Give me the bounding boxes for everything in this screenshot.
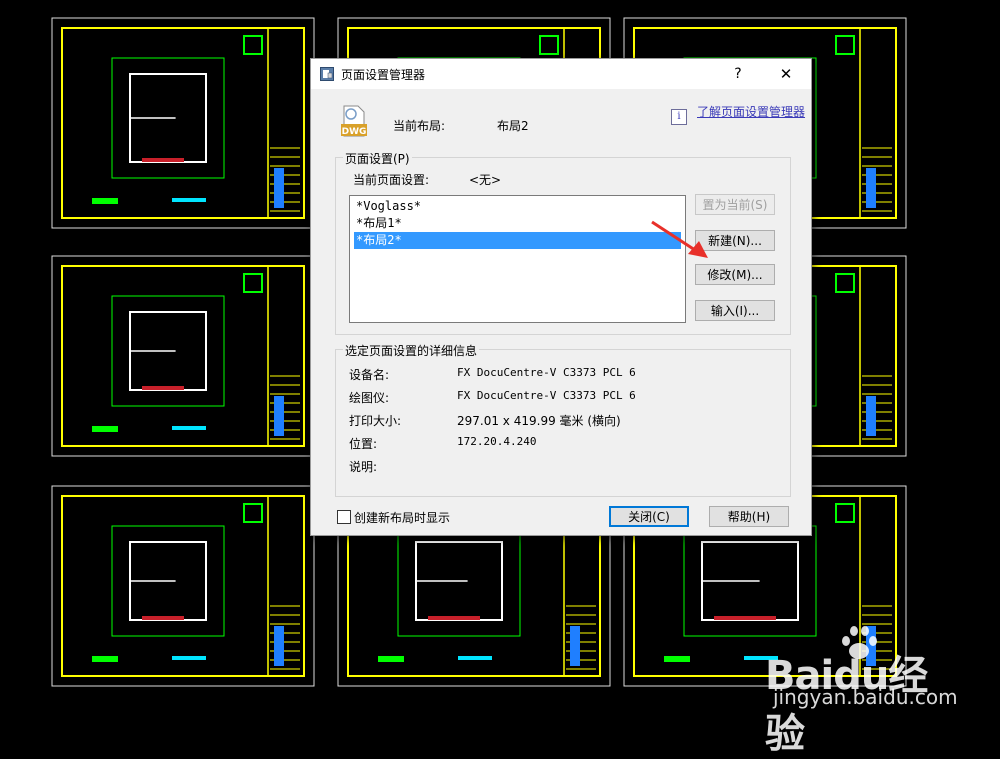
scale-bar (92, 656, 118, 662)
show-on-new-layout-label: 创建新布局时显示 (354, 511, 451, 525)
autocad-app-icon (320, 67, 334, 81)
page-setup-manager-dialog: 页面设置管理器 ? ✕ DWG 当前布局: 布局2 i 了解页面设置管理器 页面… (310, 58, 812, 536)
scale-bar (92, 198, 118, 204)
legend-bar (172, 426, 206, 430)
title-block-mark (274, 626, 284, 666)
location-label: 位置: (349, 437, 378, 451)
current-layout-value: 布局2 (497, 119, 529, 133)
current-page-setup-value: <无> (469, 173, 502, 187)
details-group-title: 选定页面设置的详细信息 (343, 342, 480, 359)
watermark-url: jingyan.baidu.com (773, 685, 958, 709)
scale-bar (664, 656, 690, 662)
title-block-mark (570, 626, 580, 666)
wall-segment (428, 616, 480, 620)
device-name-label: 设备名: (349, 368, 390, 382)
location-value: 172.20.4.240 (457, 435, 537, 448)
legend-bar (458, 656, 492, 660)
title-block-mark (866, 168, 876, 208)
legend-bar (172, 656, 206, 660)
print-size-label: 打印大小: (349, 414, 402, 428)
baidu-watermark: Baidu经验 jingyan.baidu.com (765, 625, 958, 757)
wall-segment (142, 158, 184, 162)
info-icon: i (671, 109, 687, 125)
page-setup-group-title: 页面设置(P) (343, 150, 412, 167)
dialog-title: 页面设置管理器 (341, 68, 426, 82)
import-button[interactable]: 输入(I)... (695, 300, 775, 321)
list-item[interactable]: *Voglass* (354, 198, 681, 215)
print-size-value: 297.01 x 419.99 毫米 (横向) (457, 414, 621, 428)
wall-segment (714, 616, 776, 620)
learn-page-setup-link[interactable]: 了解页面设置管理器 (697, 105, 807, 119)
title-help-button[interactable]: ? (715, 59, 761, 89)
dwg-file-icon: DWG (341, 105, 367, 137)
set-current-button[interactable]: 置为当前(S) (695, 194, 775, 215)
wall-segment (142, 386, 184, 390)
title-block-mark (274, 168, 284, 208)
close-button[interactable]: 关闭(C) (609, 506, 689, 527)
scale-bar (92, 426, 118, 432)
new-button[interactable]: 新建(N)... (695, 230, 775, 251)
current-page-setup-label: 当前页面设置: (353, 173, 430, 187)
page-setup-list[interactable]: *Voglass* *布局1* *布局2* (349, 195, 686, 323)
modify-button[interactable]: 修改(M)... (695, 264, 775, 285)
device-name-value: FX DocuCentre-V C3373 PCL 6 (457, 366, 636, 379)
scale-bar (378, 656, 404, 662)
list-item-selected[interactable]: *布局2* (354, 232, 681, 249)
legend-bar (172, 198, 206, 202)
plotter-label: 绘图仪: (349, 391, 390, 405)
current-layout-label: 当前布局: (393, 119, 446, 133)
plotter-value: FX DocuCentre-V C3373 PCL 6 (457, 389, 636, 402)
title-block-mark (866, 396, 876, 436)
dwg-icon-text: DWG (342, 127, 367, 137)
dialog-titlebar[interactable]: 页面设置管理器 ? ✕ (311, 59, 811, 89)
help-button[interactable]: 帮助(H) (709, 506, 789, 527)
list-item[interactable]: *布局1* (354, 215, 681, 232)
title-block-mark (274, 396, 284, 436)
title-close-button[interactable]: ✕ (763, 59, 809, 89)
show-on-new-layout-checkbox[interactable] (337, 510, 351, 524)
wall-segment (142, 616, 184, 620)
description-label: 说明: (349, 460, 378, 474)
